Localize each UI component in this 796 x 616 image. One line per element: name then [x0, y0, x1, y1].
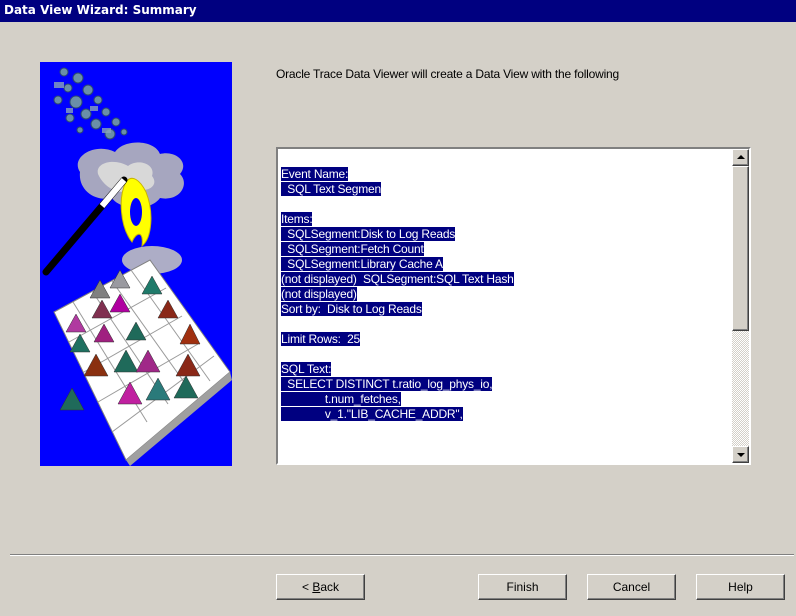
summary-line-text: (not displayed) SQLSegment:SQL Text Hash	[281, 272, 514, 286]
summary-line: v_1."LIB_CACHE_ADDR",	[281, 407, 721, 422]
summary-line-text: SQLSegment:Library Cache A	[281, 257, 443, 271]
summary-line: SQLSegment:Library Cache A	[281, 257, 721, 272]
summary-line-text: Limit Rows: 25	[281, 332, 361, 346]
summary-line: SQLSegment:Fetch Count	[281, 242, 721, 257]
summary-line: SELECT DISTINCT t.ratio_log_phys_io,	[281, 377, 721, 392]
summary-lines: Event Name: SQL Text Segmen Items: SQLSeg…	[281, 167, 721, 422]
summary-line-text: (not displayed)	[281, 287, 357, 301]
summary-line	[281, 347, 721, 362]
summary-line: SQL Text Segmen	[281, 182, 721, 197]
vertical-scrollbar[interactable]	[732, 149, 749, 463]
summary-line-text: SQL Text Segmen	[281, 182, 381, 196]
help-label: Help	[728, 580, 753, 594]
summary-line-text: t.num_fetches,	[281, 392, 401, 406]
summary-line-text: SQL Text:	[281, 362, 332, 376]
wizard-illustration	[42, 67, 232, 466]
title-bar: Data View Wizard: Summary	[0, 0, 796, 22]
summary-text-area[interactable]: Event Name: SQL Text Segmen Items: SQLSeg…	[276, 147, 751, 465]
summary-line: t.num_fetches,	[281, 392, 721, 407]
scroll-thumb[interactable]	[732, 166, 749, 331]
finish-label: Finish	[506, 580, 539, 594]
summary-line	[281, 317, 721, 332]
summary-line: (not displayed)	[281, 287, 721, 302]
summary-description: Oracle Trace Data Viewer will create a D…	[276, 67, 619, 81]
window-title: Data View Wizard: Summary	[4, 3, 197, 17]
scroll-up-button[interactable]	[732, 149, 749, 166]
summary-line-text: Sort by: Disk to Log Reads	[281, 302, 422, 316]
summary-line	[281, 197, 721, 212]
summary-line-text: SQLSegment:Disk to Log Reads	[281, 227, 456, 241]
help-button[interactable]: Help	[696, 574, 785, 600]
back-prefix: <	[301, 580, 313, 594]
back-label-rest: ack	[320, 580, 340, 594]
summary-line: Sort by: Disk to Log Reads	[281, 302, 721, 317]
summary-line: SQLSegment:Disk to Log Reads	[281, 227, 721, 242]
summary-line: SQL Text:	[281, 362, 721, 377]
back-button[interactable]: < Back	[276, 574, 365, 600]
summary-line: Event Name:	[281, 167, 721, 182]
summary-line: Limit Rows: 25	[281, 332, 721, 347]
finish-button[interactable]: Finish	[478, 574, 567, 600]
scroll-down-button[interactable]	[732, 446, 749, 463]
triangle-down-icon	[737, 453, 745, 457]
triangle-up-icon	[737, 155, 745, 159]
summary-line: Items:	[281, 212, 721, 227]
summary-line: (not displayed) SQLSegment:SQL Text Hash	[281, 272, 721, 287]
button-separator	[10, 554, 794, 556]
cancel-button[interactable]: Cancel	[587, 574, 676, 600]
summary-line-text: Event Name:	[281, 167, 349, 181]
summary-line-text: SELECT DISTINCT t.ratio_log_phys_io,	[281, 377, 493, 391]
wizard-artwork	[40, 62, 232, 466]
summary-line-text: Items:	[281, 212, 313, 226]
summary-line-text: v_1."LIB_CACHE_ADDR",	[281, 407, 463, 421]
summary-line-text: SQLSegment:Fetch Count	[281, 242, 424, 256]
cancel-label: Cancel	[612, 580, 651, 594]
